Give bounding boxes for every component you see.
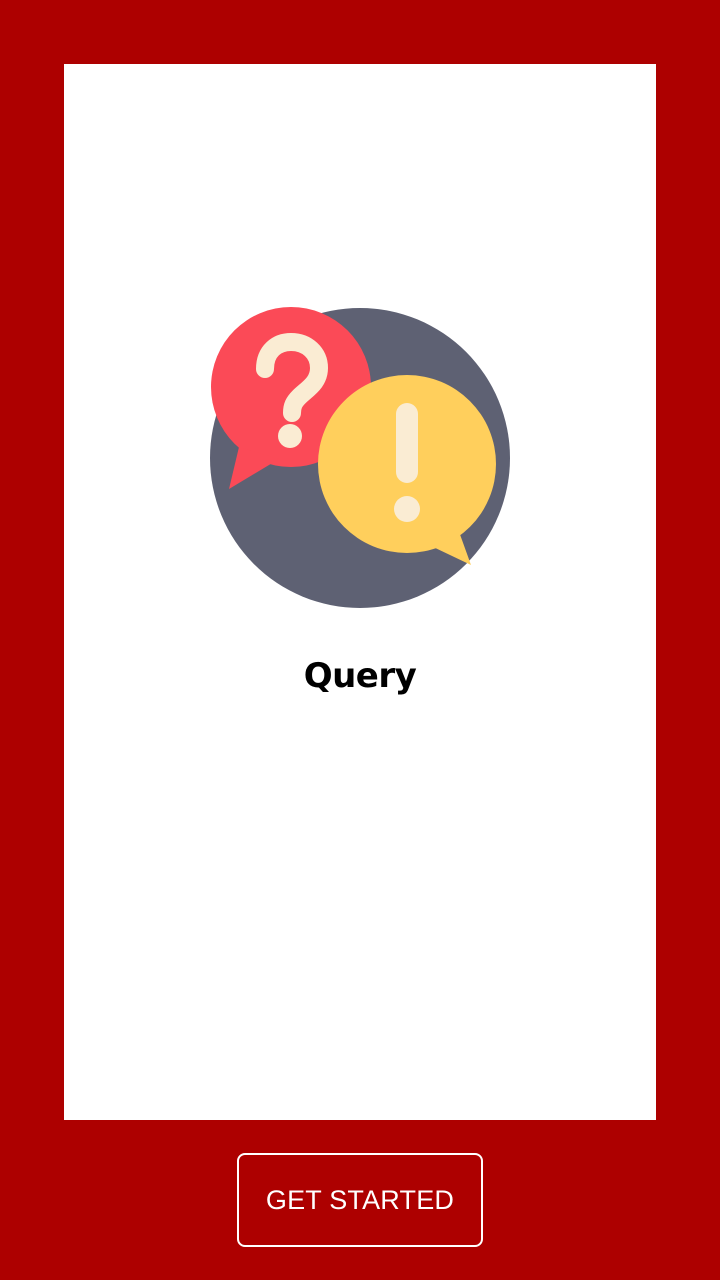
question-exclamation-bubbles-icon [210, 307, 510, 608]
onboarding-screen: Query GET STARTED [0, 0, 720, 1280]
onboarding-card: Query [64, 64, 656, 1120]
page-title: Query [303, 656, 417, 696]
query-illustration [209, 307, 511, 609]
get-started-button[interactable]: GET STARTED [237, 1153, 483, 1247]
